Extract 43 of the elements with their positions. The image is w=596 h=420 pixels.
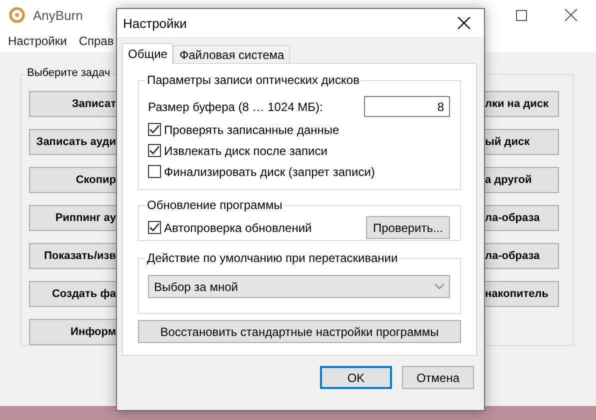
task-button[interactable]: ла-образа [482, 205, 559, 231]
tab[interactable]: Файловая система [173, 45, 290, 64]
field-label: Размер буфера (8 … 1024 МБ): [148, 100, 323, 114]
task-button[interactable]: ла-образа [482, 243, 559, 269]
checkbox-label: Извлекать диск после записи [164, 144, 328, 158]
task-button[interactable]: лки на диск [482, 91, 559, 117]
task-button[interactable]: ый диск [482, 129, 559, 155]
dialog-title: Настройки [123, 16, 187, 30]
maximize-icon [516, 10, 526, 20]
task-button[interactable]: Показать/изв [29, 243, 117, 269]
chevron-down-icon [435, 284, 444, 289]
group-title: Обновление программы [145, 198, 284, 212]
task-button[interactable]: Создать фа [29, 281, 117, 307]
close-icon [565, 9, 577, 21]
group-label: Выберите задач [25, 67, 112, 79]
group-title: Действие по умолчанию при перетаскивании [145, 251, 400, 265]
menu-item[interactable]: Справ [78, 34, 114, 48]
tab[interactable]: Общие [122, 43, 174, 64]
checkbox[interactable] [148, 221, 161, 234]
checkbox-label: Финализировать диск (запрет записи) [164, 164, 375, 178]
dialog-button[interactable]: Отмена [402, 366, 474, 389]
checkbox[interactable] [148, 144, 161, 157]
dialog-button[interactable]: OK [320, 366, 392, 389]
task-button[interactable]: а другой [482, 167, 559, 193]
checkbox[interactable] [148, 165, 161, 178]
task-button[interactable]: накопитель [482, 281, 559, 307]
restore-defaults-button[interactable]: Восстановить стандартные настройки программы [138, 320, 461, 343]
close-icon [458, 17, 470, 29]
checkbox-label: Проверять записанные данные [164, 122, 340, 136]
disc-logo-icon [9, 7, 25, 23]
buffer-size-field[interactable]: 8 [364, 96, 450, 117]
task-button[interactable]: Информ [29, 319, 117, 345]
checkbox-label: Автопроверка обновлений [164, 220, 312, 234]
menu-item[interactable]: Настройки [8, 34, 67, 48]
window-title: AnyBurn [33, 8, 83, 22]
checkbox[interactable] [148, 123, 161, 136]
task-button[interactable]: Скопир [29, 167, 117, 193]
task-button[interactable]: Риппинг ау [29, 205, 117, 231]
task-button[interactable]: Записать ауди [29, 129, 117, 155]
check-updates-button[interactable]: Проверить... [366, 216, 450, 239]
task-button[interactable]: Записат [29, 91, 117, 117]
dropdown[interactable]: Выбор за мной [148, 275, 450, 298]
group-title: Параметры записи оптических дисков [145, 73, 362, 87]
